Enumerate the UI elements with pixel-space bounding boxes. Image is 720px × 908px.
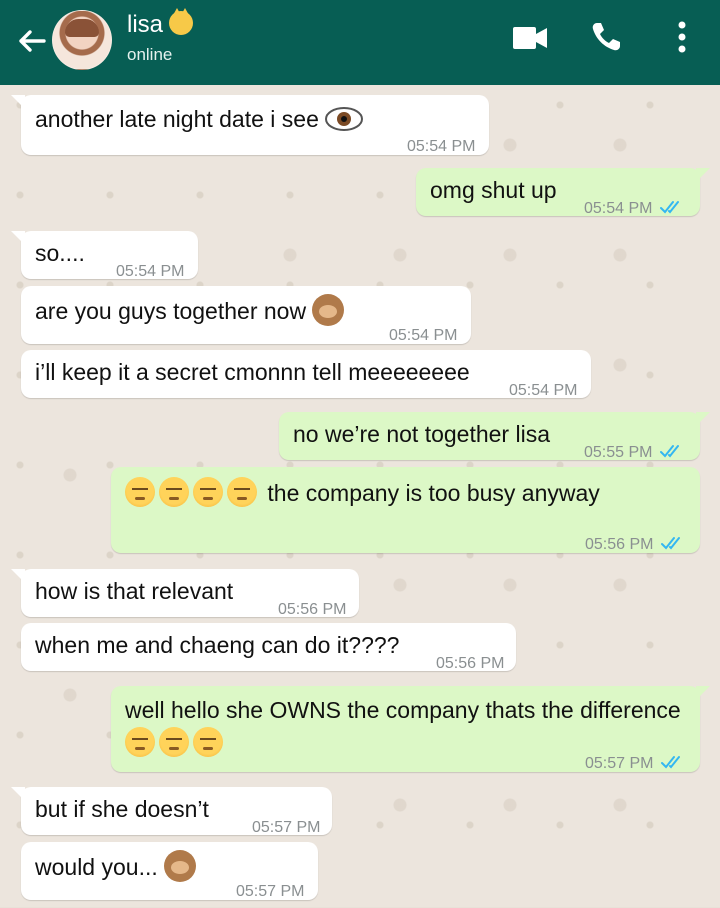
see-no-evil-monkey-emoji-icon xyxy=(164,850,197,882)
contact-status: online xyxy=(127,45,173,64)
message-time: 05:56 PM xyxy=(436,655,505,672)
message-text: well hello she OWNS the company thats th… xyxy=(125,697,681,723)
message-time: 05:55 PM xyxy=(584,444,653,461)
message-text: are you guys together now xyxy=(35,298,307,324)
incoming-message[interactable]: when me and chaeng can do it???? 05:56 P… xyxy=(21,623,516,672)
incoming-message[interactable]: would you... 05:57 PM xyxy=(21,842,318,900)
chat-header: lisa online xyxy=(0,0,720,85)
incoming-message[interactable]: how is that relevant 05:56 PM xyxy=(11,569,359,618)
unamused-face-emoji-icon xyxy=(125,727,155,757)
message-time: 05:54 PM xyxy=(389,327,458,344)
double-check-read-icon xyxy=(661,537,681,550)
message-time: 05:56 PM xyxy=(278,601,347,618)
eye-emoji-icon xyxy=(324,107,363,131)
incoming-message[interactable]: but if she doesn’t 05:57 PM xyxy=(11,787,332,836)
double-check-read-icon xyxy=(660,201,680,214)
unamused-face-emoji-icon xyxy=(193,477,223,507)
incoming-message[interactable]: so.... 05:54 PM xyxy=(11,231,198,280)
message-text: how is that relevant xyxy=(35,578,234,604)
unamused-face-emoji-icon xyxy=(193,727,223,757)
outgoing-message[interactable]: well hello she OWNS the company thats th… xyxy=(111,686,710,772)
message-text: no we’re not together lisa xyxy=(293,421,550,447)
message-time: 05:54 PM xyxy=(116,263,185,280)
unamused-face-emoji-icon xyxy=(159,477,189,507)
incoming-message[interactable]: i’ll keep it a secret cmonnn tell meeeee… xyxy=(21,350,591,399)
outgoing-message[interactable]: no we’re not together lisa 05:55 PM xyxy=(279,412,710,461)
message-time: 05:56 PM xyxy=(585,536,654,553)
more-options-icon[interactable] xyxy=(676,21,688,53)
message-time: 05:54 PM xyxy=(584,200,653,217)
incoming-message[interactable]: are you guys together now 05:54 PM xyxy=(21,286,471,344)
phone-icon[interactable] xyxy=(589,20,623,54)
smiling-cat-emoji-icon xyxy=(169,8,194,35)
unamused-face-emoji-icon xyxy=(159,727,189,757)
double-check-read-icon xyxy=(660,445,680,458)
message-time: 05:54 PM xyxy=(509,382,578,399)
see-no-evil-monkey-emoji-icon xyxy=(312,294,345,326)
message-text: when me and chaeng can do it???? xyxy=(35,632,400,658)
message-text: another late night date i see xyxy=(35,106,319,132)
unamused-face-emoji-icon xyxy=(227,477,257,507)
message-time: 05:57 PM xyxy=(585,755,654,772)
message-text: would you... xyxy=(35,854,158,880)
message-text: i’ll keep it a secret cmonnn tell meeeee… xyxy=(35,359,470,385)
message-text: but if she doesn’t xyxy=(35,796,209,822)
outgoing-message[interactable]: omg shut up 05:54 PM xyxy=(416,168,710,217)
contact-name: lisa xyxy=(127,11,164,38)
contact-avatar[interactable] xyxy=(52,10,112,70)
double-check-read-icon xyxy=(661,756,681,769)
back-arrow-icon[interactable] xyxy=(14,24,48,58)
message-text: the company is too busy anyway xyxy=(267,480,600,506)
outgoing-message[interactable]: the company is too busy anyway 05:56 PM xyxy=(111,467,700,553)
unamused-face-emoji-icon xyxy=(125,477,155,507)
message-time: 05:57 PM xyxy=(236,883,305,900)
message-text: so.... xyxy=(35,240,85,266)
message-time: 05:54 PM xyxy=(407,138,476,155)
contact-name-row[interactable]: lisa xyxy=(127,8,194,40)
incoming-message[interactable]: another late night date i see 05:54 PM xyxy=(11,95,489,155)
video-call-icon[interactable] xyxy=(513,27,548,49)
message-time: 05:57 PM xyxy=(252,819,321,836)
message-text: omg shut up xyxy=(430,177,557,203)
